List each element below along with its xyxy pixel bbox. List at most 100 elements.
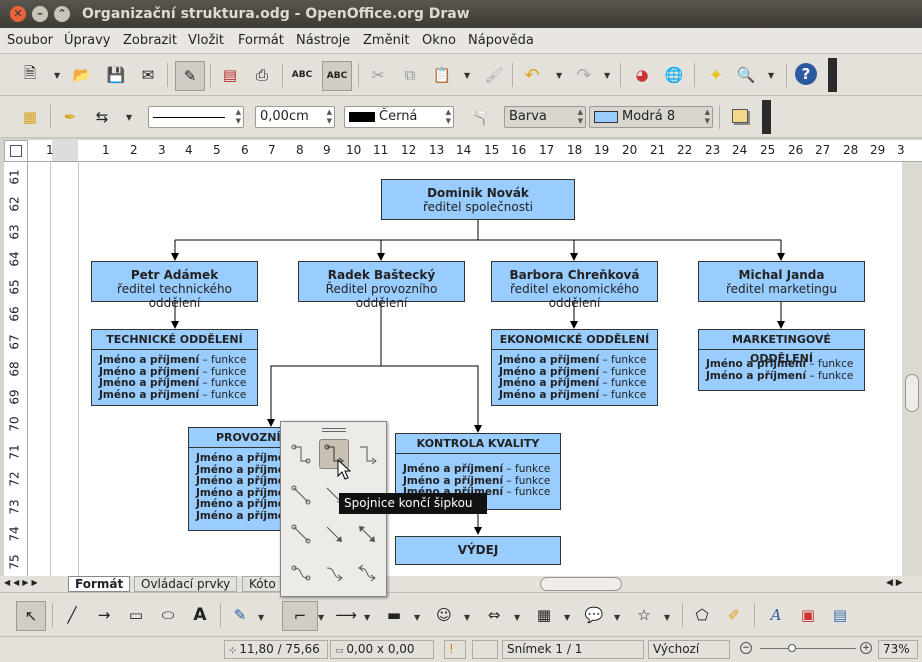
chevron-down-icon[interactable]: ▼: [514, 613, 520, 622]
from-file-icon[interactable]: ▣: [796, 603, 820, 627]
zoom-out-icon[interactable]: −: [740, 642, 752, 654]
ellipse-tool-icon[interactable]: ⬭: [156, 603, 180, 627]
menu-soubor[interactable]: Soubor: [7, 33, 53, 48]
minimize-icon[interactable]: –: [32, 6, 48, 22]
org-box-director-economic[interactable]: Barbora Chreňková ředitel ekonomického o…: [491, 261, 658, 310]
vertical-scrollbar[interactable]: [902, 162, 922, 576]
scrollbar-thumb[interactable]: [905, 374, 919, 412]
lines-arrows-icon[interactable]: ⟶: [334, 603, 358, 627]
basic-shapes-icon[interactable]: ▬: [382, 603, 406, 627]
menu-zmenit[interactable]: Změnit: [363, 33, 410, 48]
tab-dimension-lines[interactable]: Kóto: [242, 576, 283, 592]
line-tool-icon[interactable]: ╱: [60, 603, 84, 627]
spin-arrows-icon[interactable]: ▲ ▼: [446, 108, 451, 126]
styles-icon[interactable]: ▦: [18, 105, 42, 129]
vertical-ruler[interactable]: 61 62 63 64 65 66 67 68 69 70 71 72 73 7…: [4, 162, 28, 576]
toolbar-handle[interactable]: [762, 100, 771, 134]
menu-format[interactable]: Formát: [238, 33, 284, 48]
menu-zobrazit[interactable]: Zobrazit: [123, 33, 177, 48]
horizontal-ruler[interactable]: 1 1 2 3 4 5 6 7 8 9 10 11 12 13 14 15 16…: [28, 140, 922, 162]
glue-points-icon[interactable]: ✐: [722, 603, 746, 627]
curve-tool-icon[interactable]: ✎: [228, 603, 252, 627]
dept-box-econ[interactable]: EKONOMICKÉ ODDĚLENÍ Jméno a příjmení – f…: [491, 329, 658, 406]
chevron-down-icon[interactable]: ▼: [258, 613, 264, 622]
document-modified-icon[interactable]: !: [444, 640, 466, 659]
area-color-select[interactable]: Modrá 8 ▲ ▼: [589, 106, 713, 128]
text-tool-icon[interactable]: A: [188, 603, 212, 627]
straight-connector-arrow-icon[interactable]: [319, 519, 349, 549]
line-style-select[interactable]: ▲ ▼: [148, 106, 244, 128]
org-box-director-marketing[interactable]: Michal Janda ředitel marketingu: [698, 261, 865, 302]
chevron-down-icon[interactable]: ▼: [664, 613, 670, 622]
org-box-ceo[interactable]: Dominik Novák ředitel společnosti: [381, 179, 575, 220]
chevron-down-icon[interactable]: ▼: [564, 613, 570, 622]
paste-icon[interactable]: 📋: [430, 63, 454, 87]
ruler-corner[interactable]: [4, 140, 28, 162]
chevron-down-icon[interactable]: ▼: [556, 71, 562, 80]
org-box-director-operations[interactable]: Radek Baštecký Ředitel provozního odděle…: [298, 261, 465, 310]
extrusion-icon[interactable]: ▤: [828, 603, 852, 627]
close-icon[interactable]: ✕: [10, 6, 26, 22]
menu-vlozit[interactable]: Vložit: [188, 33, 224, 48]
zoom-icon[interactable]: 🔍: [734, 63, 758, 87]
print-icon[interactable]: ⎙: [250, 63, 274, 87]
maximize-icon[interactable]: ⌃: [54, 6, 70, 22]
tab-format[interactable]: Formát: [68, 576, 131, 592]
zoom-level[interactable]: 73%: [878, 640, 918, 659]
arrow-style-icon[interactable]: ⇆: [90, 105, 114, 129]
spin-arrows-icon[interactable]: ▲ ▼: [236, 108, 241, 126]
spin-arrows-icon[interactable]: ▲ ▼: [705, 108, 710, 126]
export-pdf-icon[interactable]: ▤: [218, 63, 242, 87]
help-icon[interactable]: ?: [795, 63, 817, 85]
spin-arrows-icon[interactable]: ▲ ▼: [578, 108, 583, 126]
redo-icon[interactable]: ↷: [572, 63, 596, 87]
zoom-in-icon[interactable]: +: [860, 642, 872, 654]
zoom-slider[interactable]: [760, 648, 856, 649]
chevron-down-icon[interactable]: ▼: [54, 71, 60, 80]
undo-icon[interactable]: ↶: [520, 63, 544, 87]
navigator-icon[interactable]: ✦: [704, 63, 728, 87]
flowchart-icon[interactable]: ▦: [532, 603, 556, 627]
chevron-down-icon[interactable]: ▼: [604, 71, 610, 80]
tab-navigation-arrows-icon[interactable]: ◀◀▶▶: [4, 578, 41, 587]
chevron-down-icon[interactable]: ▼: [364, 613, 370, 622]
symbol-shapes-icon[interactable]: ☺: [432, 603, 456, 627]
points-icon[interactable]: ⬠: [690, 603, 714, 627]
chevron-down-icon[interactable]: ▼: [126, 113, 132, 122]
save-icon[interactable]: 💾: [104, 63, 128, 87]
hyperlink-icon[interactable]: 🌐: [662, 63, 686, 87]
chart-icon[interactable]: ◕: [630, 63, 654, 87]
signature-field[interactable]: [472, 640, 498, 659]
cut-icon[interactable]: ✂: [366, 63, 390, 87]
block-arrows-icon[interactable]: ⇔: [482, 603, 506, 627]
tab-controls[interactable]: Ovládací prvky: [134, 576, 238, 592]
curved-connector-icon[interactable]: [286, 558, 316, 588]
area-fill-icon[interactable]: 🫗: [468, 105, 492, 129]
new-document-icon[interactable]: 🗎: [18, 63, 42, 87]
line-connector-icon[interactable]: [286, 480, 316, 510]
dept-box-output[interactable]: VÝDEJ: [395, 536, 561, 565]
connector-ends-with-arrow-icon[interactable]: [286, 439, 316, 469]
stars-icon[interactable]: ☆: [632, 603, 656, 627]
copy-icon[interactable]: ⧉: [398, 63, 422, 87]
clone-formatting-icon[interactable]: 🖌: [482, 63, 506, 87]
connector-arrows-icon[interactable]: [352, 439, 382, 469]
menu-okno[interactable]: Okno: [422, 33, 456, 48]
open-folder-icon[interactable]: 📂: [70, 63, 94, 87]
chevron-down-icon[interactable]: ▼: [614, 613, 620, 622]
dept-box-marketing[interactable]: MARKETINGOVÉ ODDĚLENÍ Jméno a příjmení –…: [698, 329, 865, 391]
email-icon[interactable]: ✉: [136, 63, 160, 87]
curved-connector-arrow-icon[interactable]: [319, 558, 349, 588]
straight-connector-arrows-icon[interactable]: [352, 519, 382, 549]
chevron-down-icon[interactable]: ▼: [768, 71, 774, 80]
chevron-down-icon[interactable]: ▼: [414, 613, 420, 622]
toolbar-handle[interactable]: [828, 58, 837, 92]
callouts-icon[interactable]: 💬: [582, 603, 606, 627]
shadow-icon[interactable]: [728, 104, 752, 128]
dept-box-tech[interactable]: TECHNICKÉ ODDĚLENÍ Jméno a příjmení – fu…: [91, 329, 258, 406]
curved-connector-arrows-icon[interactable]: [352, 558, 382, 588]
spellcheck-icon[interactable]: ABC: [290, 63, 314, 87]
chevron-down-icon[interactable]: ▼: [464, 613, 470, 622]
spin-arrows-icon[interactable]: ▲ ▼: [327, 108, 332, 126]
chevron-down-icon[interactable]: ▼: [318, 613, 324, 622]
